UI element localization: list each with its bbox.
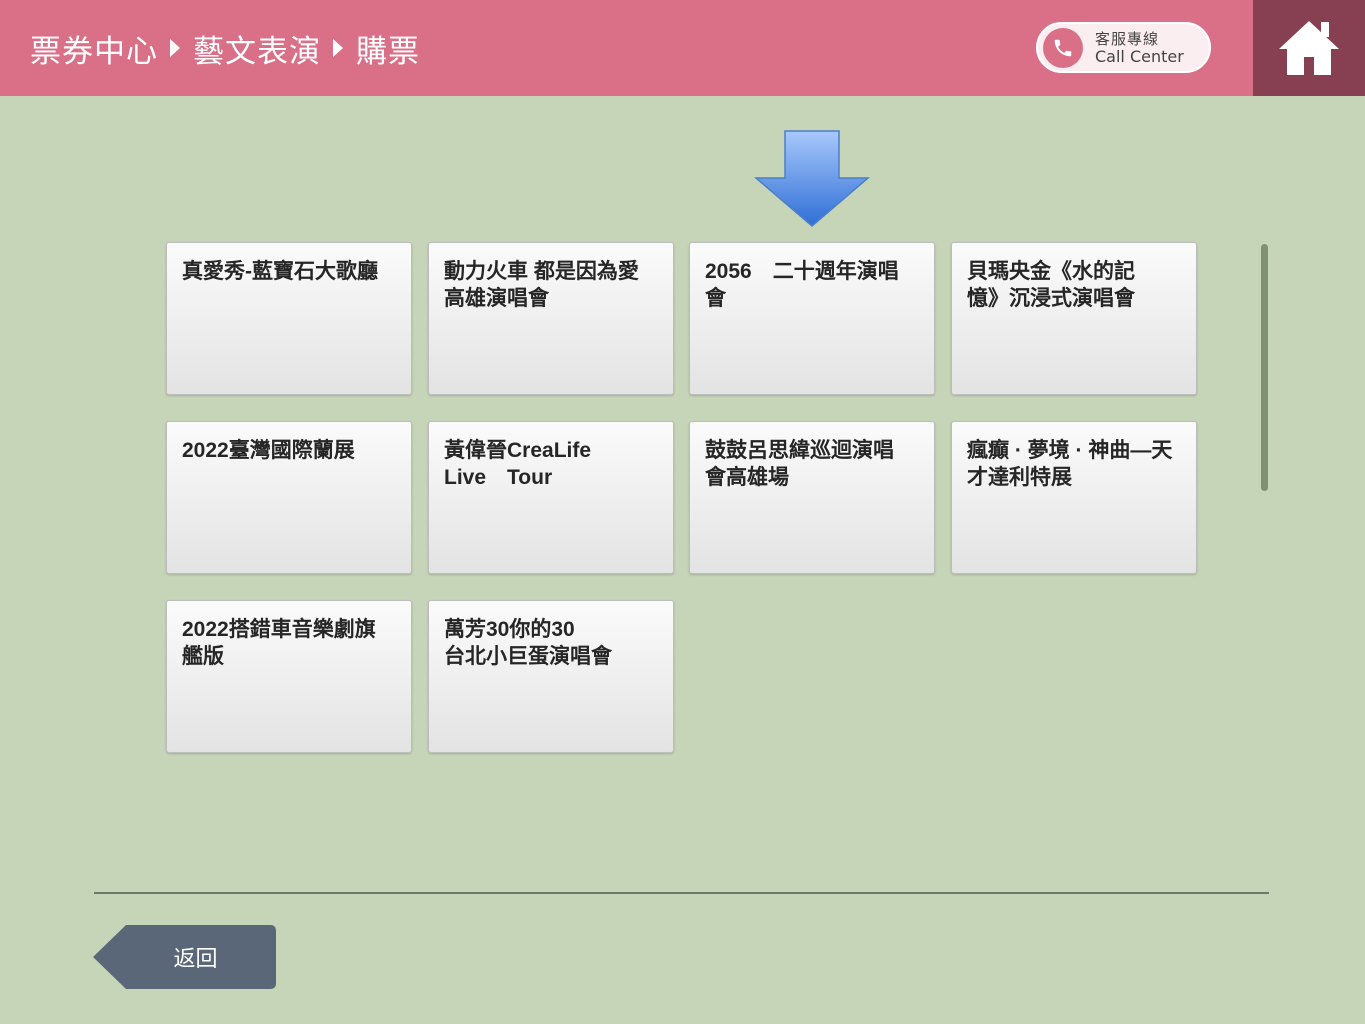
call-center-button[interactable]: 客服專線 Call Center	[1036, 22, 1211, 73]
scrollbar-thumb[interactable]	[1261, 244, 1268, 491]
header-bar: 票券中心 藝文表演 購票 客服專線 Call Center	[0, 0, 1365, 96]
event-item-5[interactable]: 2022臺灣國際蘭展	[166, 421, 412, 574]
footer-divider	[94, 892, 1269, 894]
call-center-label-zh: 客服專線	[1095, 29, 1160, 48]
event-item-1[interactable]: 真愛秀-藍寶石大歌廳	[166, 242, 412, 395]
call-center-label-en: Call Center	[1095, 46, 1184, 66]
event-item-7[interactable]: 鼓鼓呂思緯巡迴演唱 會高雄場	[689, 421, 935, 574]
event-item-3[interactable]: 2056 二十週年演唱 會	[689, 242, 935, 395]
home-button[interactable]	[1253, 0, 1365, 96]
breadcrumb-arrow-icon	[170, 39, 180, 57]
phone-icon	[1043, 27, 1083, 68]
event-item-4[interactable]: 貝瑪央金《水的記 憶》沉浸式演唱會	[951, 242, 1197, 395]
arrow-down-icon	[754, 130, 870, 227]
event-item-2[interactable]: 動力火車 都是因為愛 高雄演唱會	[428, 242, 674, 395]
breadcrumb-item-ticket-center[interactable]: 票券中心	[30, 26, 158, 71]
breadcrumb: 票券中心 藝文表演 購票	[30, 0, 420, 96]
event-item-10[interactable]: 萬芳30你的30 台北小巨蛋演唱會	[428, 600, 674, 753]
event-item-8[interactable]: 瘋癲 · 夢境 · 神曲—天 才達利特展	[951, 421, 1197, 574]
breadcrumb-item-performances[interactable]: 藝文表演	[193, 26, 321, 71]
breadcrumb-arrow-icon	[333, 39, 343, 57]
event-item-6[interactable]: 黃偉晉CreaLife Live Tour	[428, 421, 674, 574]
event-item-9[interactable]: 2022搭錯車音樂劇旗 艦版	[166, 600, 412, 753]
breadcrumb-item-buy-ticket: 購票	[356, 33, 420, 70]
home-icon	[1279, 21, 1339, 75]
back-button[interactable]: 返回	[93, 925, 276, 989]
